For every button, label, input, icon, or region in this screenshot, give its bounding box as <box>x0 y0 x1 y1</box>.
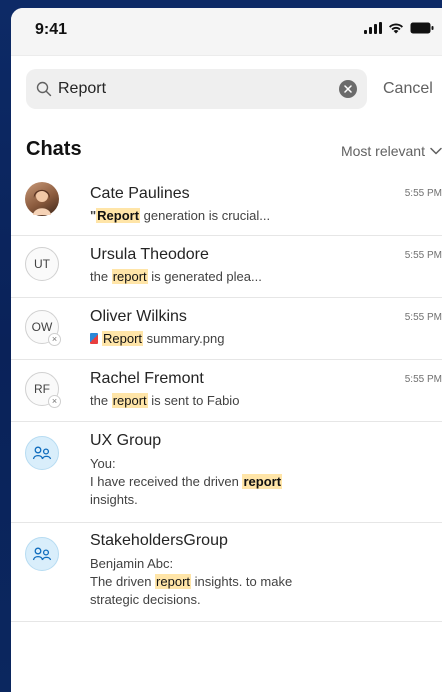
avatar <box>25 537 59 571</box>
avatar <box>25 182 59 216</box>
preview-sender: Benjamin Abc: <box>90 556 174 571</box>
chat-name: StakeholdersGroup <box>90 532 228 549</box>
chat-name: Oliver Wilkins <box>90 308 187 325</box>
chat-time: 5:55 PM <box>404 374 442 385</box>
search-row: Cancel <box>26 69 442 109</box>
offline-status-icon: × <box>48 333 61 346</box>
sort-label: Most relevant <box>340 143 425 159</box>
avatar: UT <box>25 247 59 281</box>
chat-row-ux-group[interactable]: UX Group You: I have received the driven… <box>11 422 442 523</box>
avatar <box>25 436 59 470</box>
phone-screen: 9:41 Cancel Chats Most re <box>11 8 442 692</box>
clear-search-icon[interactable] <box>339 80 357 98</box>
preview-line: strategic decisions. <box>90 592 201 607</box>
chat-name: Ursula Theodore <box>90 246 209 263</box>
chat-row-stakeholders-group[interactable]: StakeholdersGroup Benjamin Abc: The driv… <box>11 523 442 622</box>
chat-preview: You: I have received the driven report i… <box>90 455 283 509</box>
cancel-button[interactable]: Cancel <box>383 80 433 98</box>
chat-row-oliver-wilkins[interactable]: OW × Oliver Wilkins Report summary.png 5… <box>11 298 442 360</box>
signal-icon <box>364 22 382 34</box>
avatar: RF × <box>25 372 61 408</box>
chats-title: Chats <box>26 138 82 160</box>
chat-row-cate-paulines[interactable]: Cate Paulines "Report generation is cruc… <box>11 174 442 236</box>
preview-text: The driven <box>90 574 156 589</box>
status-icons <box>364 22 434 34</box>
preview-text: generation is crucial... <box>140 208 271 223</box>
preview-line: The driven report insights. to make <box>90 573 292 591</box>
people-group-icon <box>32 446 52 460</box>
preview-line: insights. <box>90 492 138 507</box>
battery-icon <box>410 22 434 34</box>
chats-section-header: Chats Most relevant <box>26 138 442 168</box>
chat-row-rachel-fremont[interactable]: RF × Rachel Fremont the report is sent t… <box>11 360 442 422</box>
chat-preview: the report is generated plea... <box>90 269 262 284</box>
search-highlight: Report <box>102 331 144 346</box>
person-photo-icon <box>33 189 51 215</box>
search-highlight: Report <box>96 208 141 223</box>
preview-text: is generated plea... <box>147 269 262 284</box>
chat-time: 5:55 PM <box>404 188 442 199</box>
chat-row-ursula-theodore[interactable]: UT Ursula Theodore the report is generat… <box>11 236 442 298</box>
preview-sender: You: <box>90 456 116 471</box>
preview-prefix: the <box>90 269 112 284</box>
chat-time: 5:55 PM <box>404 250 442 261</box>
preview-text: insights. to make <box>191 574 293 589</box>
status-bar: 9:41 <box>11 8 442 56</box>
avatar-initials: OW <box>31 320 53 334</box>
search-highlight: report <box>155 574 192 589</box>
search-icon <box>36 81 52 97</box>
search-box[interactable] <box>26 69 367 109</box>
wifi-icon <box>388 22 404 34</box>
sort-dropdown[interactable]: Most relevant <box>341 143 442 159</box>
image-file-icon <box>90 333 98 344</box>
chat-name: UX Group <box>90 432 162 449</box>
preview-text: is sent to Fabio <box>147 393 240 408</box>
chevron-down-icon <box>430 147 442 155</box>
search-highlight: report <box>111 393 148 408</box>
avatar-initials: RF <box>34 382 50 396</box>
chat-preview: Benjamin Abc: The driven report insights… <box>90 555 292 609</box>
people-group-icon <box>32 547 52 561</box>
chat-preview: the report is sent to Fabio <box>90 393 239 408</box>
chat-name: Cate Paulines <box>90 185 190 202</box>
chat-name: Rachel Fremont <box>90 370 204 387</box>
preview-prefix: the <box>90 393 112 408</box>
status-time: 9:41 <box>35 21 68 38</box>
search-highlight: report <box>242 474 283 489</box>
search-input[interactable] <box>58 80 318 98</box>
preview-text: I have received the driven <box>90 474 243 489</box>
preview-line: I have received the driven report <box>90 473 283 491</box>
chat-preview: Report summary.png <box>90 331 224 346</box>
chat-list: Cate Paulines "Report generation is cruc… <box>11 174 442 622</box>
offline-status-icon: × <box>48 395 61 408</box>
avatar: OW × <box>25 310 61 346</box>
search-highlight: report <box>111 269 148 284</box>
chat-time: 5:55 PM <box>404 312 442 323</box>
preview-text: summary.png <box>143 331 225 346</box>
chat-preview: "Report generation is crucial... <box>90 208 270 223</box>
